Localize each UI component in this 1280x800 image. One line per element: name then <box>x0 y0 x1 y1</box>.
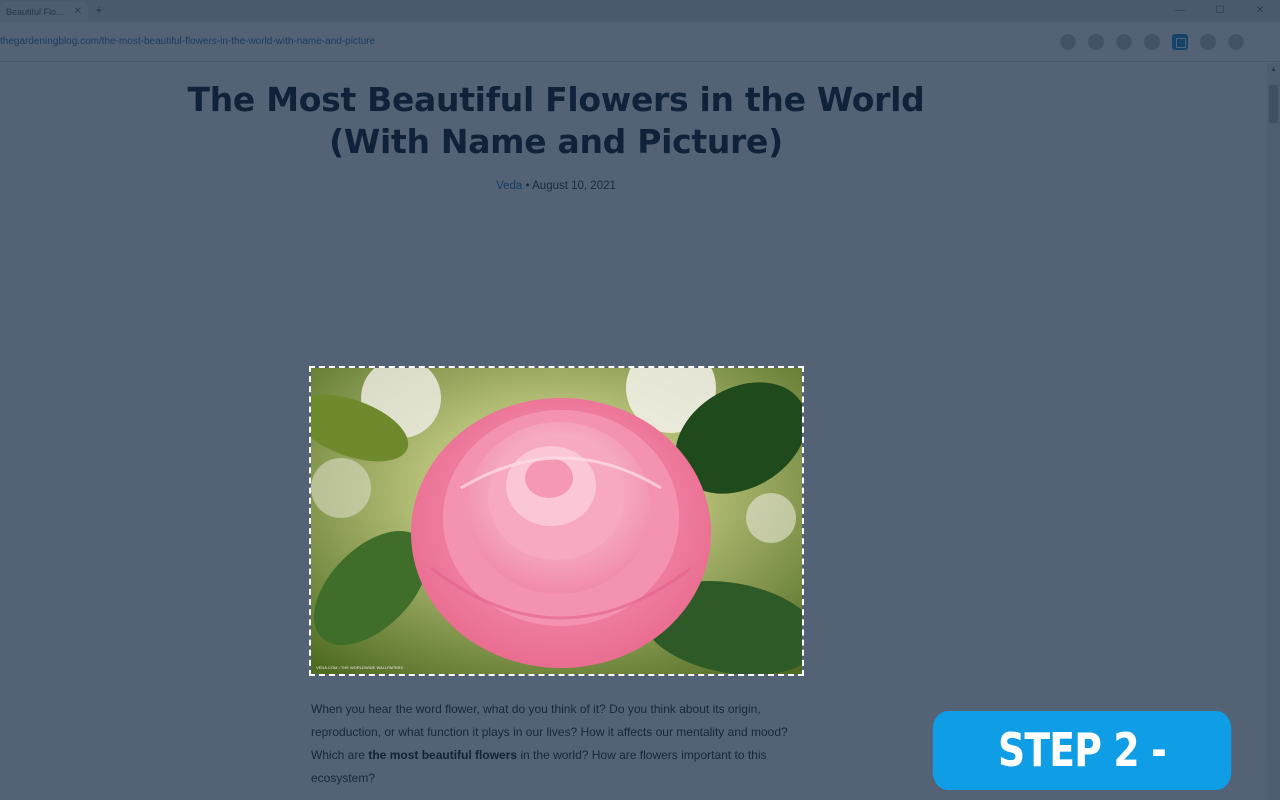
article-title: The Most Beautiful Flowers in the World … <box>187 80 925 161</box>
extension-toolbar <box>1060 34 1244 50</box>
article-meta: Veda • August 10, 2021 <box>150 180 962 192</box>
author-link[interactable]: Veda <box>496 180 522 192</box>
profile-avatar-icon[interactable] <box>1228 34 1244 50</box>
scroll-up-icon[interactable]: ▲ <box>1270 66 1277 73</box>
extension-icon[interactable] <box>1200 34 1216 50</box>
flower-photo: VEDA.COM • THE WORLDWIDE WALLPAPERS <box>311 368 802 674</box>
paragraph-bold-text: the most beautiful flowers <box>368 748 518 762</box>
extension-icon[interactable] <box>1088 34 1104 50</box>
scroll-thumb[interactable] <box>1269 85 1278 123</box>
minimize-icon[interactable]: — <box>1160 0 1200 22</box>
extension-icon[interactable] <box>1144 34 1160 50</box>
tab-title: Beautiful Flo... <box>6 7 64 17</box>
screenshot-extension-icon[interactable] <box>1172 34 1188 50</box>
new-tab-icon[interactable]: + <box>92 4 106 18</box>
address-bar: thegardeningblog.com/the-most-beautiful-… <box>0 22 1280 62</box>
article-paragraph: When you hear the word flower, what do y… <box>311 698 806 790</box>
extension-icon[interactable] <box>1060 34 1076 50</box>
maximize-icon[interactable]: ☐ <box>1200 0 1240 22</box>
publish-date: August 10, 2021 <box>532 180 616 192</box>
browser-tab[interactable]: Beautiful Flo... ✕ <box>0 2 88 22</box>
url-field[interactable]: thegardeningblog.com/the-most-beautiful-… <box>0 36 375 47</box>
close-tab-icon[interactable]: ✕ <box>74 6 82 17</box>
capture-selection-box[interactable]: VEDA.COM • THE WORLDWIDE WALLPAPERS <box>309 366 804 676</box>
tab-bar: Beautiful Flo... ✕ + — ☐ ✕ <box>0 0 1280 22</box>
close-window-icon[interactable]: ✕ <box>1240 0 1280 22</box>
photo-credit: VEDA.COM • THE WORLDWIDE WALLPAPERS <box>316 665 403 670</box>
extension-icon[interactable] <box>1116 34 1132 50</box>
window-controls: — ☐ ✕ <box>1160 0 1280 22</box>
step-badge: STEP 2 - SELECT <box>932 711 1232 790</box>
meta-separator: • <box>522 180 533 192</box>
vertical-scrollbar[interactable]: ▲ <box>1267 63 1280 800</box>
